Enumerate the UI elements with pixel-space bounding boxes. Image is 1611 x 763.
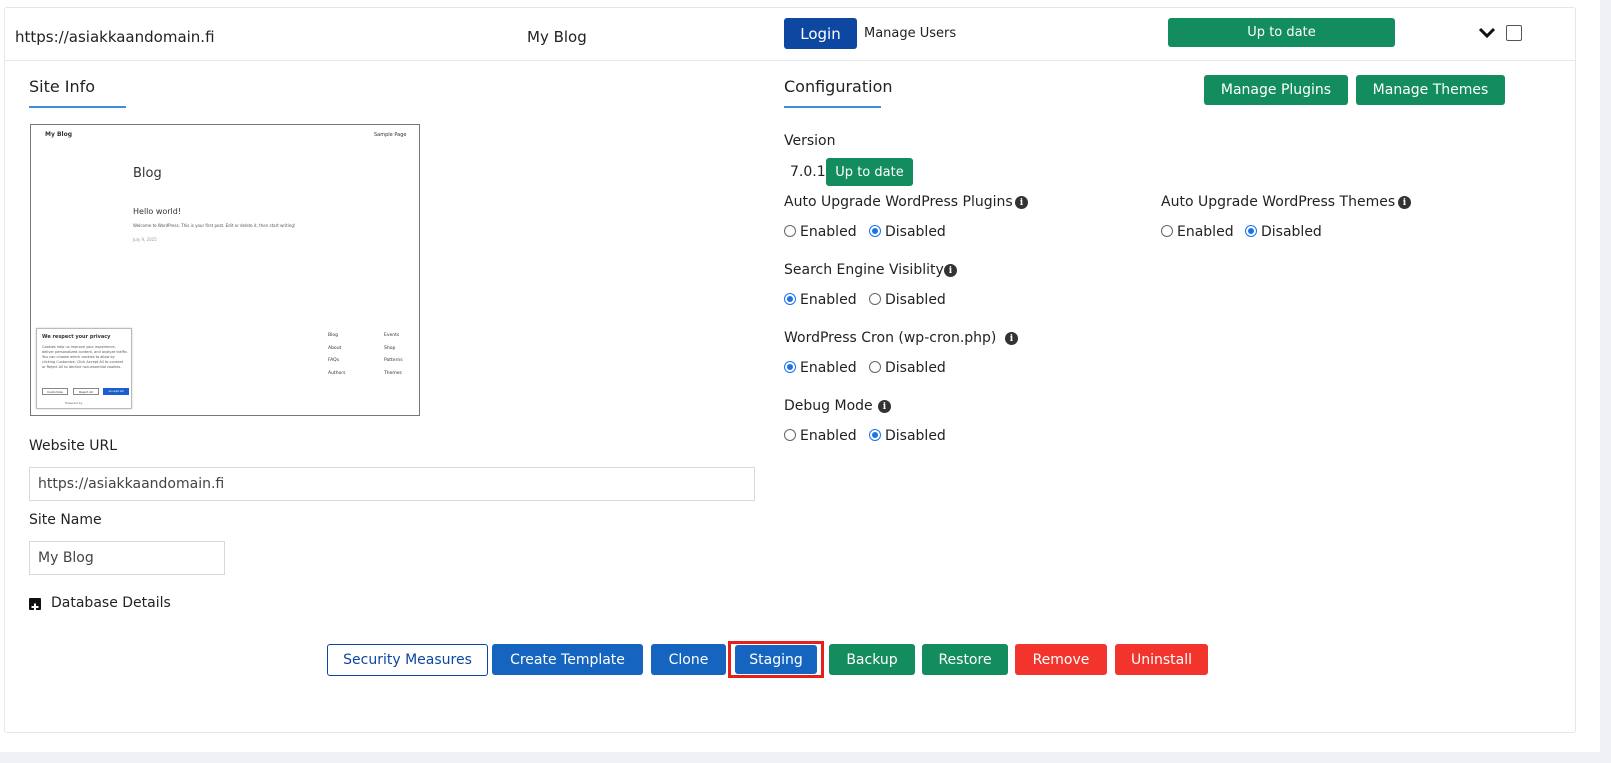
radio-label: Disabled	[885, 224, 946, 240]
version-label: Version	[784, 133, 836, 149]
site-name-label: Site Name	[29, 512, 102, 528]
search-engine-disabled-radio[interactable]	[869, 293, 881, 305]
auto-upgrade-themes-enabled-radio[interactable]	[1161, 225, 1173, 237]
auto-upgrade-plugins-disabled-radio[interactable]	[869, 225, 881, 237]
site-card: https://asiakkaandomain.fi My Blog Login…	[4, 7, 1576, 733]
create-template-button[interactable]: Create Template	[492, 644, 643, 675]
auto-upgrade-plugins-label: Auto Upgrade WordPress Plugins	[784, 194, 1013, 210]
wp-cron-enabled-radio[interactable]	[784, 361, 796, 373]
site-name-field[interactable]: My Blog	[29, 541, 225, 575]
site-info-underline	[29, 106, 126, 108]
thumb-heading: Blog	[133, 166, 162, 181]
thumb-footer-link: About	[328, 346, 342, 351]
site-screenshot-thumbnail: My Blog Sample Page Blog Hello world! We…	[30, 124, 420, 416]
thumb-post-title: Hello world!	[133, 207, 182, 216]
auto-upgrade-themes-disabled-radio[interactable]	[1245, 225, 1257, 237]
thumb-cookie-accept: Accept All	[103, 388, 129, 395]
thumb-cookie-powered: Powered by	[65, 401, 83, 405]
radio-label: Disabled	[1261, 224, 1322, 240]
site-url-header[interactable]: https://asiakkaandomain.fi	[15, 28, 215, 46]
thumb-footer-link: Shop	[384, 346, 396, 351]
info-icon[interactable]: i	[878, 400, 891, 413]
radio-label: Disabled	[885, 428, 946, 444]
database-details-toggle[interactable]: Database Details	[51, 595, 171, 611]
thumb-cookie-customize: Customize	[42, 388, 68, 395]
search-engine-visibility-label: Search Engine Visiblity	[784, 262, 944, 278]
backup-button[interactable]: Backup	[829, 644, 915, 675]
search-engine-enabled-radio[interactable]	[784, 293, 796, 305]
clone-button[interactable]: Clone	[651, 644, 726, 675]
debug-mode-disabled-radio[interactable]	[869, 429, 881, 441]
manage-users-link[interactable]: Manage Users	[864, 26, 956, 41]
info-icon[interactable]: i	[944, 264, 957, 277]
configuration-title: Configuration	[784, 77, 893, 96]
thumb-footer-link: Blog	[328, 333, 338, 338]
thumb-footer-link: Authors	[328, 371, 346, 376]
thumb-post-excerpt: Welcome to WordPress. This is your first…	[133, 223, 296, 228]
radio-label: Enabled	[800, 224, 857, 240]
staging-highlight: Staging	[728, 641, 824, 678]
page-background: https://asiakkaandomain.fi My Blog Login…	[0, 0, 1600, 752]
select-checkbox[interactable]	[1506, 25, 1522, 41]
radio-label: Disabled	[885, 292, 946, 308]
radio-label: Enabled	[800, 360, 857, 376]
security-measures-button[interactable]: Security Measures	[327, 644, 488, 676]
website-url-field[interactable]: https://asiakkaandomain.fi	[29, 467, 755, 501]
version-status-badge: Up to date	[826, 158, 913, 186]
website-url-label: Website URL	[29, 438, 118, 454]
radio-label: Disabled	[885, 360, 946, 376]
staging-button[interactable]: Staging	[735, 645, 817, 674]
thumb-footer-link: FAQs	[328, 358, 340, 363]
thumb-cookie-banner: We respect your privacy Cookies help us …	[36, 328, 132, 409]
thumb-cookie-title: We respect your privacy	[42, 334, 111, 340]
info-icon[interactable]: i	[1015, 196, 1028, 209]
radio-label: Enabled	[1177, 224, 1234, 240]
chevron-down-icon[interactable]	[1478, 25, 1496, 41]
thumb-site-title: My Blog	[45, 131, 73, 138]
info-icon[interactable]: i	[1005, 332, 1018, 345]
radio-label: Enabled	[800, 428, 857, 444]
status-badge: Up to date	[1168, 18, 1395, 47]
thumb-footer-link: Events	[384, 333, 400, 338]
header-divider	[5, 60, 1575, 61]
manage-plugins-button[interactable]: Manage Plugins	[1204, 75, 1348, 105]
radio-label: Enabled	[800, 292, 857, 308]
restore-button[interactable]: Restore	[922, 644, 1008, 675]
uninstall-button[interactable]: Uninstall	[1115, 644, 1208, 675]
thumb-footer-link: Themes	[384, 371, 402, 376]
version-value: 7.0.1	[790, 164, 826, 180]
site-info-title: Site Info	[29, 77, 96, 96]
wp-cron-label: WordPress Cron (wp-cron.php)	[784, 330, 997, 346]
manage-themes-button[interactable]: Manage Themes	[1356, 75, 1505, 105]
thumb-post-date: July 9, 2025	[133, 237, 157, 242]
expand-plus-icon[interactable]	[29, 598, 41, 611]
thumb-footer-link: Patterns	[384, 358, 403, 363]
auto-upgrade-themes-label: Auto Upgrade WordPress Themes	[1161, 194, 1396, 210]
debug-mode-enabled-radio[interactable]	[784, 429, 796, 441]
auto-upgrade-plugins-enabled-radio[interactable]	[784, 225, 796, 237]
thumb-nav-link: Sample Page	[374, 132, 407, 138]
configuration-underline	[784, 106, 881, 108]
thumb-cookie-reject: Reject All	[73, 388, 99, 395]
thumb-cookie-text: Cookies help us improve your experience,…	[42, 345, 128, 369]
remove-button[interactable]: Remove	[1015, 644, 1107, 675]
login-button[interactable]: Login	[784, 18, 857, 49]
wp-cron-disabled-radio[interactable]	[869, 361, 881, 373]
site-name-header: My Blog	[527, 28, 587, 46]
info-icon[interactable]: i	[1398, 196, 1411, 209]
debug-mode-label: Debug Mode	[784, 398, 873, 414]
